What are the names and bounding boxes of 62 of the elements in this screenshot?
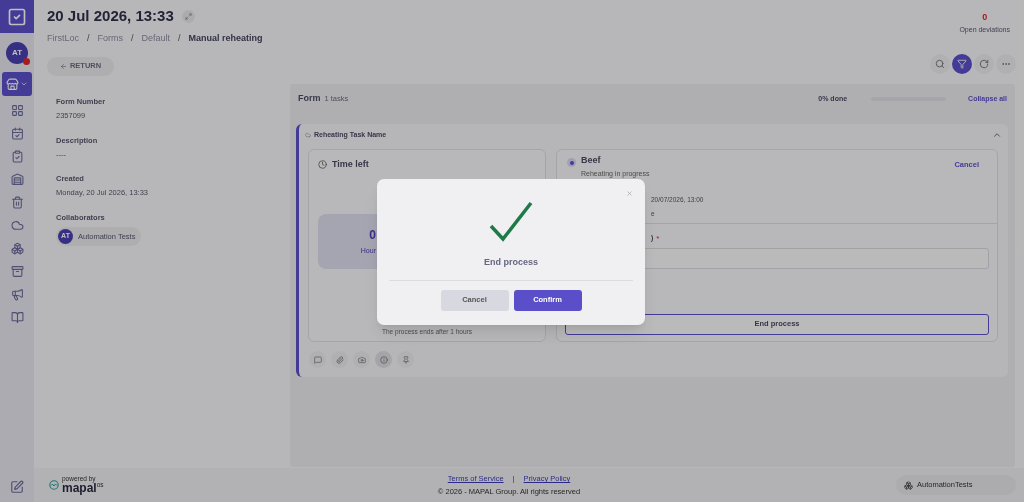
cloud-icon xyxy=(10,218,24,232)
form-title: Form xyxy=(298,92,321,106)
breadcrumb-item[interactable]: FirstLoc xyxy=(47,31,79,45)
checkmark-icon xyxy=(489,200,533,242)
camera-button[interactable] xyxy=(353,351,370,368)
filter-icon xyxy=(957,58,967,69)
comment-icon xyxy=(313,355,322,364)
time-card-title: Time left xyxy=(332,158,369,171)
checkbox-icon xyxy=(7,6,27,27)
boxes-icon xyxy=(904,480,913,490)
info-button[interactable] xyxy=(375,351,392,368)
expand-icon xyxy=(184,12,192,20)
filter-button[interactable] xyxy=(952,53,972,74)
store-icon xyxy=(10,172,24,186)
user-avatar[interactable]: AT xyxy=(6,42,28,64)
search-button[interactable] xyxy=(930,53,950,74)
radio-indicator xyxy=(567,158,576,167)
close-button[interactable] xyxy=(626,190,633,197)
page-title: 20 Jul 2026, 13:33 xyxy=(47,6,174,26)
info-icon xyxy=(379,355,388,364)
archive-icon xyxy=(10,264,24,278)
pin-button[interactable] xyxy=(397,351,414,368)
breadcrumb-item: Manual reheating xyxy=(188,31,263,45)
dialog-title: End process xyxy=(484,256,538,269)
paperclip-icon xyxy=(335,355,344,364)
arrow-left-icon xyxy=(59,62,67,70)
app-logo[interactable] xyxy=(0,0,34,33)
sidebar-item[interactable] xyxy=(2,72,32,96)
item-name: Beef xyxy=(581,154,602,167)
close-icon xyxy=(626,190,633,197)
book-icon xyxy=(10,310,24,324)
breadcrumb-item[interactable]: Forms xyxy=(97,31,124,45)
attach-button[interactable] xyxy=(331,351,348,368)
calendar-icon xyxy=(10,126,24,140)
clipboard-icon xyxy=(10,149,24,163)
edit-icon[interactable] xyxy=(10,480,24,494)
expand-button[interactable] xyxy=(181,9,195,23)
comment-button[interactable] xyxy=(309,351,326,368)
breadcrumb-separator: / xyxy=(178,31,181,45)
megaphone-icon xyxy=(10,287,24,301)
search-icon xyxy=(935,58,945,69)
breadcrumb-item[interactable]: Default xyxy=(141,31,171,45)
cloud-icon xyxy=(305,132,311,138)
brand-name: mapal xyxy=(62,482,97,495)
breadcrumb-separator: / xyxy=(131,31,134,45)
pin-icon xyxy=(401,355,410,364)
wave-icon xyxy=(49,480,59,490)
more-button[interactable] xyxy=(996,53,1016,74)
camera-icon xyxy=(357,355,366,364)
boxes-icon xyxy=(10,241,24,255)
hours-value: 0 xyxy=(369,226,376,244)
refresh-button[interactable] xyxy=(974,53,994,74)
required-mark: * xyxy=(656,232,660,245)
deviations-count: 0 xyxy=(982,11,988,24)
grid-icon xyxy=(10,103,24,117)
refresh-icon xyxy=(979,58,989,69)
clock-icon xyxy=(318,160,327,170)
trash-icon xyxy=(10,195,24,209)
collapse-icon[interactable] xyxy=(992,130,1002,140)
chevron-down-icon xyxy=(20,80,28,88)
store-icon xyxy=(6,77,19,91)
breadcrumb-separator: / xyxy=(87,31,90,45)
